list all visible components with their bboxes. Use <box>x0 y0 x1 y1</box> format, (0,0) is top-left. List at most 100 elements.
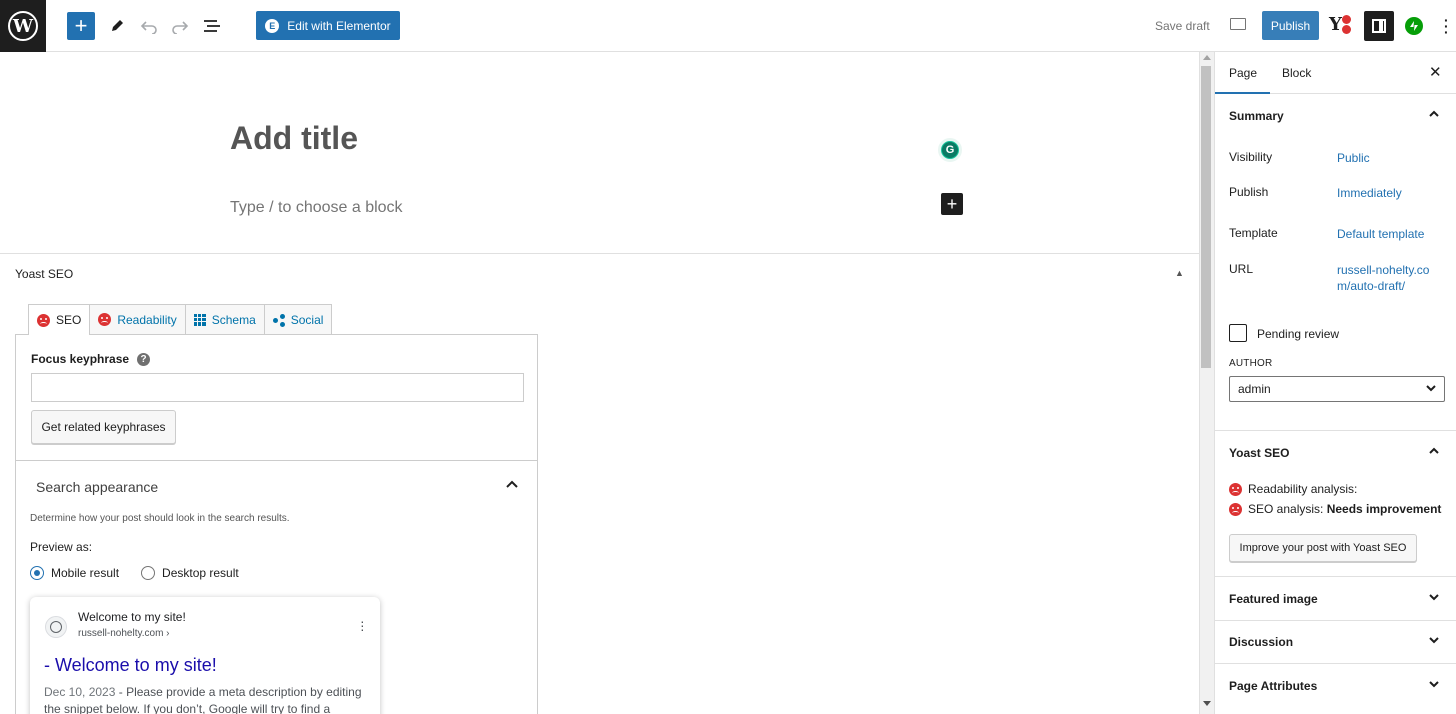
search-appearance-title[interactable]: Search appearance <box>36 479 158 495</box>
elementor-icon: E <box>265 18 280 33</box>
serp-date: Dec 10, 2023 <box>44 685 116 699</box>
chevron-down-icon[interactable] <box>1429 679 1439 689</box>
settings-button[interactable] <box>1364 11 1394 41</box>
wordpress-logo-mark: W <box>8 11 38 41</box>
serp-preview-card: Welcome to my site! russell-nohelty.com … <box>30 597 380 714</box>
tab-label: Social <box>290 312 324 327</box>
list-view-button[interactable] <box>200 12 224 40</box>
improve-with-yoast-button[interactable]: Improve your post with Yoast SEO <box>1229 534 1417 562</box>
page-attributes-title[interactable]: Page Attributes <box>1229 679 1317 693</box>
serp-title: - Welcome to my site! <box>44 655 217 675</box>
tab-label: Schema <box>211 312 256 327</box>
edit-with-elementor-button[interactable]: E Edit with Elementor <box>256 11 400 40</box>
block-appender[interactable]: Type / to choose a block <box>230 199 403 217</box>
globe-icon <box>45 616 67 638</box>
editor-toolbar: W + E Edit with Elementor Save draft Pub… <box>0 0 1456 52</box>
yoast-tabs: SEO Readability Schema Social <box>28 304 333 335</box>
divider <box>16 460 537 461</box>
scroll-up-arrow[interactable] <box>1203 55 1211 60</box>
chevron-down-icon[interactable] <box>1429 592 1439 602</box>
summary-title[interactable]: Summary <box>1229 109 1284 123</box>
edit-with-elementor-label: Edit with Elementor <box>287 18 391 33</box>
scroll-down-arrow[interactable] <box>1203 701 1211 706</box>
serp-site-name: Welcome to my site! <box>78 610 186 624</box>
publish-value[interactable]: Immediately <box>1337 185 1447 201</box>
pencil-icon <box>112 20 123 31</box>
visibility-value[interactable]: Public <box>1337 150 1447 166</box>
list-view-icon <box>204 20 220 32</box>
chevron-up-icon[interactable] <box>1429 446 1439 456</box>
focus-keyphrase-input[interactable] <box>31 373 524 402</box>
tab-schema[interactable]: Schema <box>184 304 265 334</box>
template-label: Template <box>1229 226 1278 240</box>
sidebar-tabs: Page Block ✕ <box>1214 52 1456 94</box>
share-icon <box>272 313 285 327</box>
author-select[interactable]: admin <box>1229 376 1445 402</box>
yoast-seo-panel: Focus keyphrase ? Get related keyphrases… <box>15 334 538 714</box>
divider <box>1215 430 1456 431</box>
tab-seo[interactable]: SEO <box>28 304 91 335</box>
mobile-result-option[interactable]: Mobile result <box>30 566 119 580</box>
close-icon[interactable]: ✕ <box>1429 63 1442 81</box>
grammarly-icon[interactable]: G <box>938 138 962 162</box>
jetpack-icon[interactable] <box>1405 17 1423 35</box>
add-block-button[interactable]: + <box>67 12 95 40</box>
options-icon[interactable]: · · · <box>1444 13 1449 39</box>
template-value[interactable]: Default template <box>1337 226 1447 242</box>
preview-mode-radios: Mobile result Desktop result <box>30 566 261 580</box>
redo-icon <box>172 21 189 34</box>
settings-sidebar: Page Block ✕ Summary Visibility Public P… <box>1214 52 1456 714</box>
redo-button[interactable] <box>168 12 192 40</box>
yoast-sidebar-title[interactable]: Yoast SEO <box>1229 446 1289 460</box>
seo-analysis-row: SEO analysis: Needs improvement <box>1229 502 1441 516</box>
scrollbar-thumb[interactable] <box>1201 66 1211 368</box>
yoast-logo-text: Y <box>1329 14 1342 35</box>
yoast-metabox-title[interactable]: Yoast SEO <box>15 267 73 281</box>
tab-label: Readability <box>117 312 177 327</box>
collapse-up-icon[interactable]: ▲ <box>1175 268 1184 278</box>
focus-keyphrase-label: Focus keyphrase ? <box>31 352 151 366</box>
divider <box>1215 663 1456 664</box>
mobile-result-radio[interactable] <box>30 566 44 580</box>
chevron-down-icon <box>1426 385 1436 392</box>
tab-readability[interactable]: Readability <box>89 304 186 334</box>
preview-icon[interactable] <box>1230 18 1246 30</box>
plus-icon: + <box>74 13 88 38</box>
divider <box>1215 620 1456 621</box>
chevron-up-icon[interactable] <box>1429 109 1439 119</box>
pending-review-label[interactable]: Pending review <box>1257 327 1339 341</box>
sad-face-icon <box>98 313 112 326</box>
post-title-input[interactable]: Add title <box>230 120 358 157</box>
help-icon[interactable]: ? <box>137 352 151 366</box>
save-draft-button[interactable]: Save draft <box>1155 19 1210 33</box>
sad-face-icon <box>1229 482 1242 496</box>
search-appearance-description: Determine how your post should look in t… <box>30 513 290 524</box>
pending-review-checkbox[interactable] <box>1229 324 1247 342</box>
chevron-up-icon[interactable] <box>506 478 518 490</box>
url-value[interactable]: russell-nohelty.com/auto-draft/ <box>1337 262 1433 294</box>
get-related-keyphrases-button[interactable]: Get related keyphrases <box>31 410 176 444</box>
publish-label: Publish <box>1229 185 1269 199</box>
tab-label: SEO <box>56 313 82 327</box>
featured-image-title[interactable]: Featured image <box>1229 592 1318 606</box>
tab-block[interactable]: Block <box>1282 66 1311 80</box>
desktop-result-radio[interactable] <box>141 566 156 580</box>
inline-add-block-button[interactable]: + <box>941 193 963 215</box>
tab-social[interactable]: Social <box>263 304 333 334</box>
sad-face-icon <box>37 313 50 327</box>
tab-page[interactable]: Page <box>1214 66 1271 94</box>
grid-icon <box>193 313 206 326</box>
settings-icon <box>1372 19 1386 33</box>
metabox-divider <box>0 253 1199 254</box>
chevron-down-icon[interactable] <box>1429 635 1439 645</box>
undo-button[interactable] <box>137 12 161 40</box>
serp-description: Dec 10, 2023 - Please provide a meta des… <box>44 684 369 714</box>
author-value: admin <box>1238 382 1271 396</box>
publish-button[interactable]: Publish <box>1262 11 1319 40</box>
discussion-title[interactable]: Discussion <box>1229 635 1293 649</box>
wordpress-logo[interactable]: W <box>0 0 46 52</box>
yoast-icon[interactable]: Y <box>1329 14 1351 35</box>
tools-button[interactable] <box>105 12 129 40</box>
sad-face-icon <box>1229 502 1242 516</box>
desktop-result-option[interactable]: Desktop result <box>141 566 239 580</box>
